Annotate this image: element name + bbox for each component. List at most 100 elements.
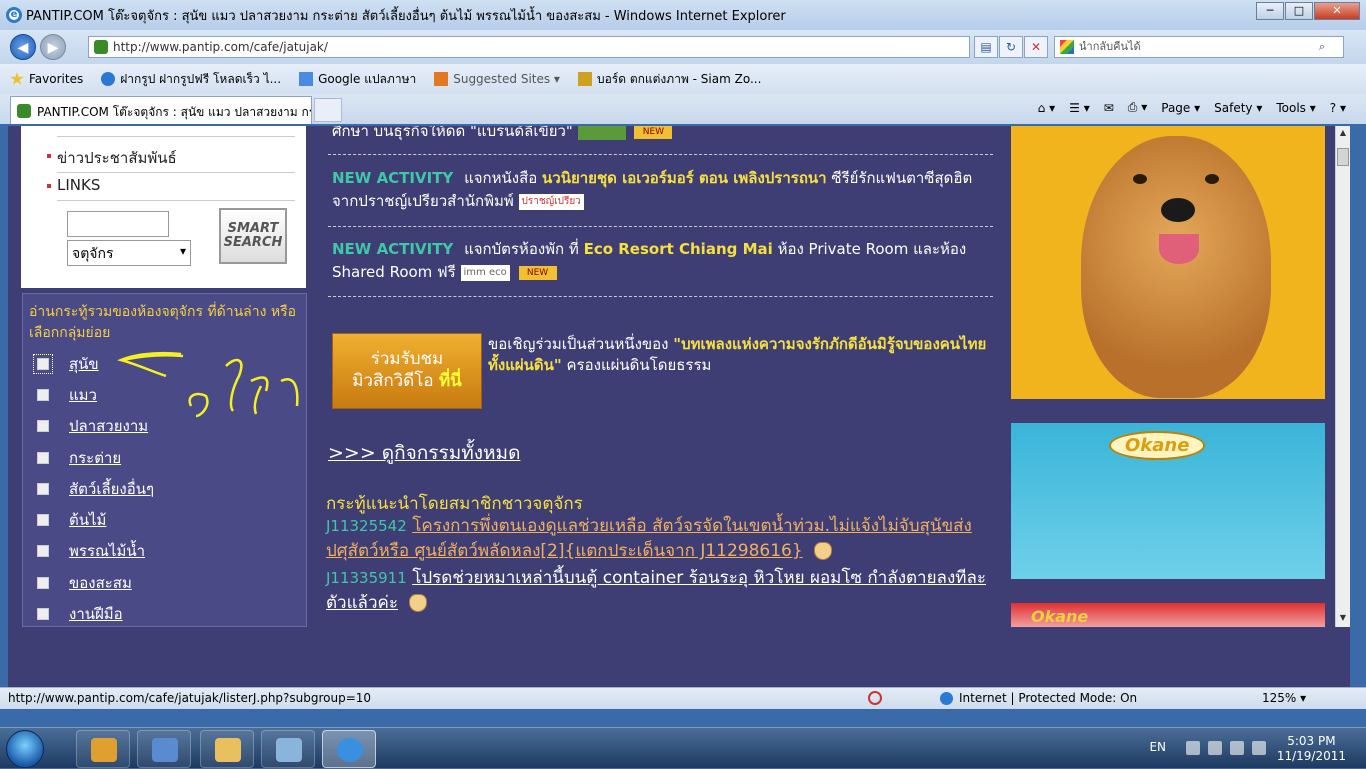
search-input[interactable] [67,211,169,237]
checkbox[interactable] [37,608,49,620]
checkbox[interactable] [37,420,49,432]
taskbar-app[interactable] [261,730,315,768]
address-bar[interactable]: http://www.pantip.com/cafe/jatujak/ [88,36,970,58]
activity-item: NEW ACTIVITY แจกบัตรห้องพัก ที่ Eco Reso… [332,238,992,284]
category-item[interactable]: งานฝีมือ [37,602,123,626]
network-icon[interactable] [1252,741,1266,755]
activity-link[interactable]: Eco Resort Chiang Mai [584,240,773,258]
search-box[interactable]: นำกลับคืนได้ ⌕ [1054,36,1344,58]
favorite-item[interactable]: บอร์ด ตกแต่งภาพ - Siam Zo... [577,70,762,89]
security-zone[interactable]: Internet | Protected Mode: On [940,691,1137,705]
new-tab-button[interactable] [314,98,342,122]
favorite-item[interactable]: ฝากรูป ฝากรูปฟรี โหลดเร็ว ไ... [101,70,281,89]
favorite-item[interactable]: Suggested Sites ▾ [434,72,560,86]
address-controls: ▤ ↻ ✕ [974,36,1049,58]
topic-link[interactable]: โครงการพึ่งตนเองดูแลช่วยเหลือ สัตว์จรจัด… [326,516,972,561]
recommended-item: J11335911 โปรดช่วยหมาเหล่านี้บนตู้ conta… [326,566,996,616]
search-placeholder: นำกลับคืนได้ [1079,40,1141,53]
favorite-label: บอร์ด ตกแต่งภาพ - Siam Zo... [596,71,762,86]
okane-advertisement-2[interactable]: Okane [1011,603,1325,627]
checkbox[interactable] [37,577,49,589]
category-item[interactable]: ของสะสม [37,571,132,595]
refresh-button[interactable]: ↻ [999,36,1023,58]
back-button[interactable]: ◀ [10,34,36,60]
zoom-control[interactable]: 125% ▾ [1262,691,1306,705]
link-news[interactable]: ข่าวประชาสัมพันธ์ [47,146,177,170]
category-link[interactable]: กระต่าย [69,446,121,470]
checkbox[interactable] [37,514,49,526]
forward-button[interactable]: ▶ [40,34,66,60]
brand-logo [577,126,626,140]
thumbs-up-icon [814,542,833,560]
favorite-item[interactable]: Google แปลภาษา [299,70,416,89]
taskbar-internet-explorer[interactable] [322,730,376,768]
category-link[interactable]: สุนัข [69,352,99,376]
search-scope-value: จตุจักร [72,246,114,262]
home-button[interactable]: ⌂ ▾ [1038,101,1055,115]
close-button[interactable]: ✕ [1314,2,1360,20]
activity-link[interactable]: นวนิยายชุด เอเวอร์มอร์ ตอน เพลิงปรารถนา [542,169,827,187]
minimize-button[interactable]: ─ [1256,2,1284,20]
checkbox[interactable] [37,545,49,557]
checkbox[interactable] [33,354,53,374]
category-item[interactable]: พรรณไม้น้ำ [37,539,145,563]
music-video-banner[interactable]: ร่วมรับชม มิวสิกวิดีโอ ที่นี่ [332,333,482,409]
read-mail-button[interactable]: ✉ [1104,101,1114,115]
category-link[interactable]: ปลาสวยงาม [69,414,148,438]
checkbox[interactable] [37,452,49,464]
compatibility-view-button[interactable]: ▤ [974,36,998,58]
maximize-button[interactable]: □ [1285,2,1313,20]
category-item[interactable]: สัตว์เลี้ยงอื่นๆ [37,477,154,501]
category-link[interactable]: สัตว์เลี้ยงอื่นๆ [69,477,154,501]
print-button[interactable]: ⎙ ▾ [1128,100,1147,115]
taskbar-explorer[interactable] [200,730,254,768]
search-icon[interactable]: ⌕ [1319,37,1325,57]
category-link[interactable]: แมว [69,383,97,407]
internet-explorer-icon [337,738,363,762]
category-item[interactable]: ต้นไม้ [37,508,106,532]
start-button[interactable] [6,730,44,768]
clock[interactable]: 5:03 PM 11/19/2011 [1277,734,1346,764]
banner-description: ขอเชิญร่วมเป็นส่วนหนึ่งของ "บทเพลงแห่งคว… [488,334,988,376]
scroll-up-icon[interactable]: ▲ [1337,128,1349,140]
okane-advertisement[interactable]: Okane [1011,423,1325,579]
zoom-level: 125% [1262,691,1297,705]
scroll-down-icon[interactable]: ▼ [1337,613,1349,625]
category-link[interactable]: งานฝีมือ [69,602,123,626]
feeds-button[interactable]: ☰ ▾ [1069,101,1090,115]
dog-advertisement[interactable] [1011,126,1325,399]
category-link[interactable]: ของสะสม [69,571,132,595]
language-indicator[interactable]: EN [1149,740,1166,754]
vertical-scrollbar[interactable]: ▲ ▼ [1335,126,1350,627]
category-item[interactable]: แมว [37,383,97,407]
search-scope-select[interactable]: จตุจักร [67,240,191,266]
taskbar-users[interactable] [137,730,191,768]
page-menu[interactable]: Page ▾ [1161,101,1200,115]
taskbar-media-player[interactable] [76,730,130,768]
category-item[interactable]: สุนัข [33,352,99,376]
thumbs-up-icon [409,594,428,612]
banner-text: ขอเชิญร่วมเป็นส่วนหนึ่งของ [488,335,669,353]
safety-menu[interactable]: Safety ▾ [1214,101,1262,115]
category-item[interactable]: ปลาสวยงาม [37,414,148,438]
tools-menu[interactable]: Tools ▾ [1276,101,1315,115]
smart-search-button[interactable]: SMART SEARCH [219,208,287,264]
category-link[interactable]: ต้นไม้ [69,508,106,532]
favorites-button[interactable]: Favorites [10,72,83,86]
scroll-thumb[interactable] [1337,148,1349,166]
link-links[interactable]: LINKS [46,176,100,194]
show-hidden-icons-icon[interactable] [1186,741,1200,755]
category-item[interactable]: กระต่าย [37,446,121,470]
globe-icon [940,692,953,705]
folder-icon [215,738,241,762]
checkbox[interactable] [37,483,49,495]
action-center-icon[interactable] [1208,741,1222,755]
help-menu[interactable]: ? ▾ [1330,101,1346,115]
power-icon[interactable] [1230,741,1244,755]
checkbox[interactable] [37,389,49,401]
address-toolbar: ◀ ▶ http://www.pantip.com/cafe/jatujak/ … [0,30,1366,64]
category-link[interactable]: พรรณไม้น้ำ [69,539,145,563]
stop-button[interactable]: ✕ [1024,36,1048,58]
tab-pantip[interactable]: PANTIP.COM โต๊ะจตุจักร : สุนัข แมว ปลาสว… [10,96,312,124]
all-activities-link[interactable]: >>> ดูกิจกรรมทั้งหมด [328,438,520,468]
